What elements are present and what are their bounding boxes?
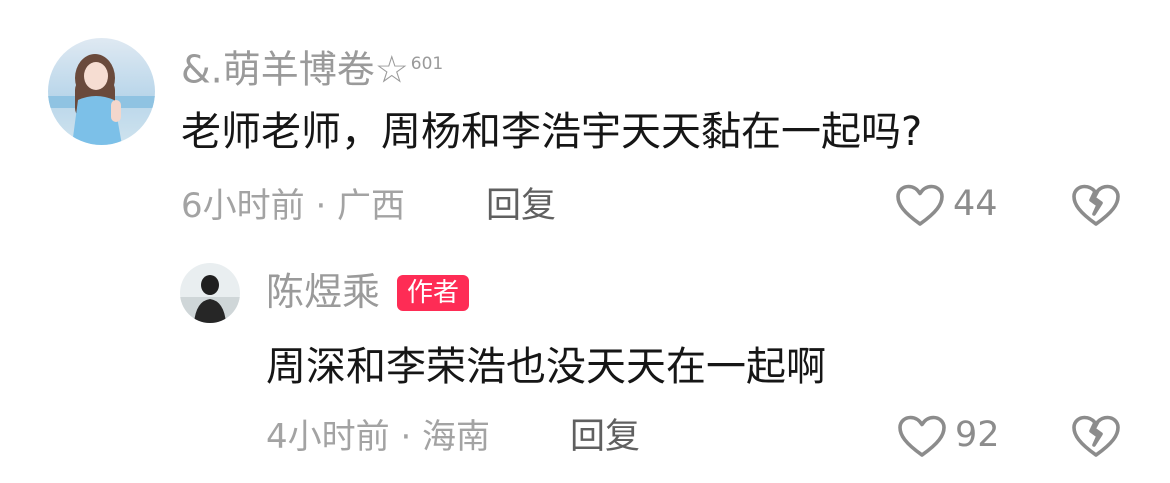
avatar[interactable] (180, 263, 240, 323)
like-button[interactable]: 92 (897, 413, 1009, 461)
broken-heart-icon (1072, 184, 1120, 226)
comment-text: 老师老师，周杨和李浩宇天天黏在一起吗? (181, 109, 923, 155)
like-button[interactable]: 44 (895, 182, 1007, 230)
reply-button[interactable]: 回复 (570, 415, 640, 459)
heart-outline-icon (896, 184, 944, 226)
reply-item: 陈煜乘 作者 周深和李荣浩也没天天在一起啊 4小时前 · 海南 回复 92 (0, 245, 1170, 483)
avatar[interactable] (48, 38, 155, 145)
heart-outline-icon (898, 415, 946, 457)
username[interactable]: &.萌羊博卷☆ 601 (181, 42, 443, 92)
dislike-button[interactable] (1072, 415, 1120, 459)
comment-meta: 6小时前 · 广西 (181, 186, 406, 226)
username[interactable]: 陈煜乘 (266, 270, 380, 314)
broken-heart-icon (1072, 415, 1120, 457)
comment-item: &.萌羊博卷☆ 601 老师老师，周杨和李浩宇天天黏在一起吗? 6小时前 · 广西… (0, 0, 1170, 245)
username-text[interactable]: &.萌羊博卷☆ (181, 48, 409, 92)
user-level: 601 (410, 54, 444, 74)
like-count: 92 (955, 415, 1000, 455)
dislike-button[interactable] (1072, 184, 1120, 228)
like-count: 44 (953, 184, 998, 224)
comment-meta: 4小时前 · 海南 (266, 417, 491, 457)
comment-text: 周深和李荣浩也没天天在一起啊 (266, 344, 826, 390)
author-badge: 作者 (397, 275, 470, 311)
reply-button[interactable]: 回复 (486, 184, 556, 228)
